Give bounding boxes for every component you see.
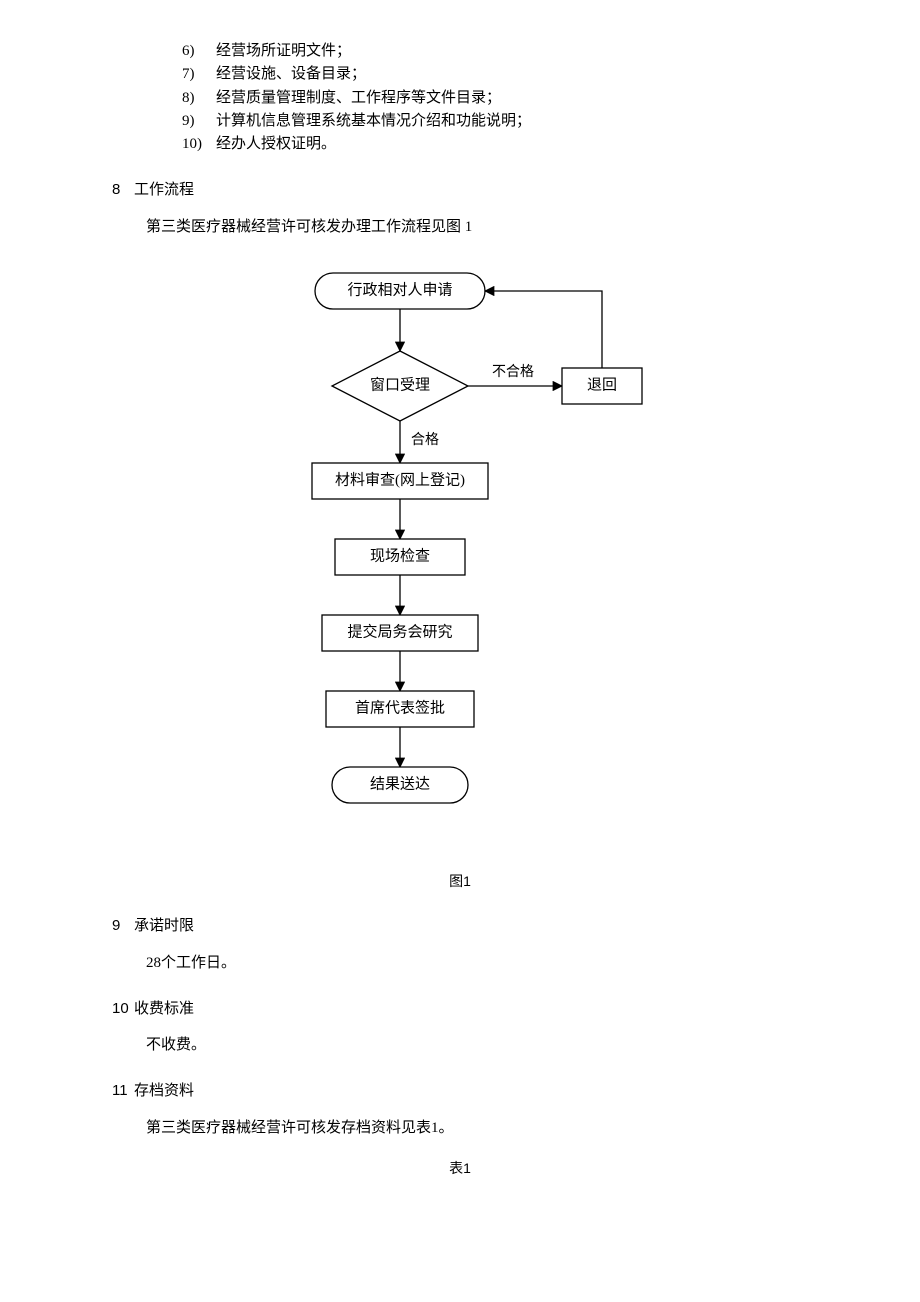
- list-item-number: 10): [182, 133, 216, 156]
- ordered-list: 6) 经营场所证明文件； 7) 经营设施、设备目录； 8) 经营质量管理制度、工…: [90, 40, 830, 156]
- section-8-body: 第三类医疗器械经营许可核发办理工作流程见图 1: [90, 216, 830, 239]
- section-number: 10: [112, 997, 134, 1020]
- section-number: 8: [112, 178, 134, 201]
- section-9-heading: 9承诺时限: [90, 914, 830, 937]
- section-title: 收费标准: [134, 1000, 194, 1017]
- flow-node-accept: 窗口受理: [370, 375, 430, 393]
- section-11-body: 第三类医疗器械经营许可核发存档资料见表1。: [90, 1117, 830, 1140]
- list-item-text: 经营场所证明文件；: [216, 40, 351, 63]
- list-item-number: 8): [182, 87, 216, 110]
- list-item-number: 7): [182, 63, 216, 86]
- flow-node-review: 材料审查(网上登记): [335, 471, 465, 488]
- list-item-text: 计算机信息管理系统基本情况介绍和功能说明；: [216, 110, 531, 133]
- section-title: 承诺时限: [134, 917, 194, 934]
- list-item: 8) 经营质量管理制度、工作程序等文件目录；: [182, 87, 830, 110]
- section-title: 工作流程: [134, 181, 194, 198]
- list-item: 7) 经营设施、设备目录；: [182, 63, 830, 86]
- list-item-text: 经营质量管理制度、工作程序等文件目录；: [216, 87, 501, 110]
- flow-node-inspect: 现场检查: [370, 547, 430, 564]
- section-11-heading: 11存档资料: [90, 1079, 830, 1102]
- list-item: 6) 经营场所证明文件；: [182, 40, 830, 63]
- list-item-text: 经办人授权证明。: [216, 133, 336, 156]
- section-number: 9: [112, 914, 134, 937]
- table-caption: 表1: [90, 1158, 830, 1180]
- workflow-flowchart: 行政相对人申请 窗口受理 不合格 退回 合格 材料审查(网上登记) 现场检查 提…: [240, 263, 680, 853]
- list-item: 10) 经办人授权证明。: [182, 133, 830, 156]
- section-10-heading: 10收费标准: [90, 997, 830, 1020]
- flow-node-submit: 提交局务会研究: [347, 622, 452, 640]
- section-10-body: 不收费。: [90, 1034, 830, 1057]
- list-item-number: 9): [182, 110, 216, 133]
- flow-edge-fail-label: 不合格: [492, 364, 534, 380]
- section-9-body: 28个工作日。: [90, 952, 830, 975]
- flow-node-deliver: 结果送达: [370, 775, 430, 792]
- section-8-heading: 8工作流程: [90, 178, 830, 201]
- flow-node-return: 退回: [587, 376, 617, 393]
- list-item-number: 6): [182, 40, 216, 63]
- figure-caption: 图1: [90, 871, 830, 893]
- section-title: 存档资料: [134, 1082, 194, 1099]
- list-item-text: 经营设施、设备目录；: [216, 63, 366, 86]
- list-item: 9) 计算机信息管理系统基本情况介绍和功能说明；: [182, 110, 830, 133]
- flow-edge-pass-label: 合格: [411, 432, 439, 448]
- flow-node-approve: 首席代表签批: [355, 699, 445, 716]
- section-number: 11: [112, 1079, 134, 1102]
- flow-node-apply: 行政相对人申请: [347, 281, 452, 298]
